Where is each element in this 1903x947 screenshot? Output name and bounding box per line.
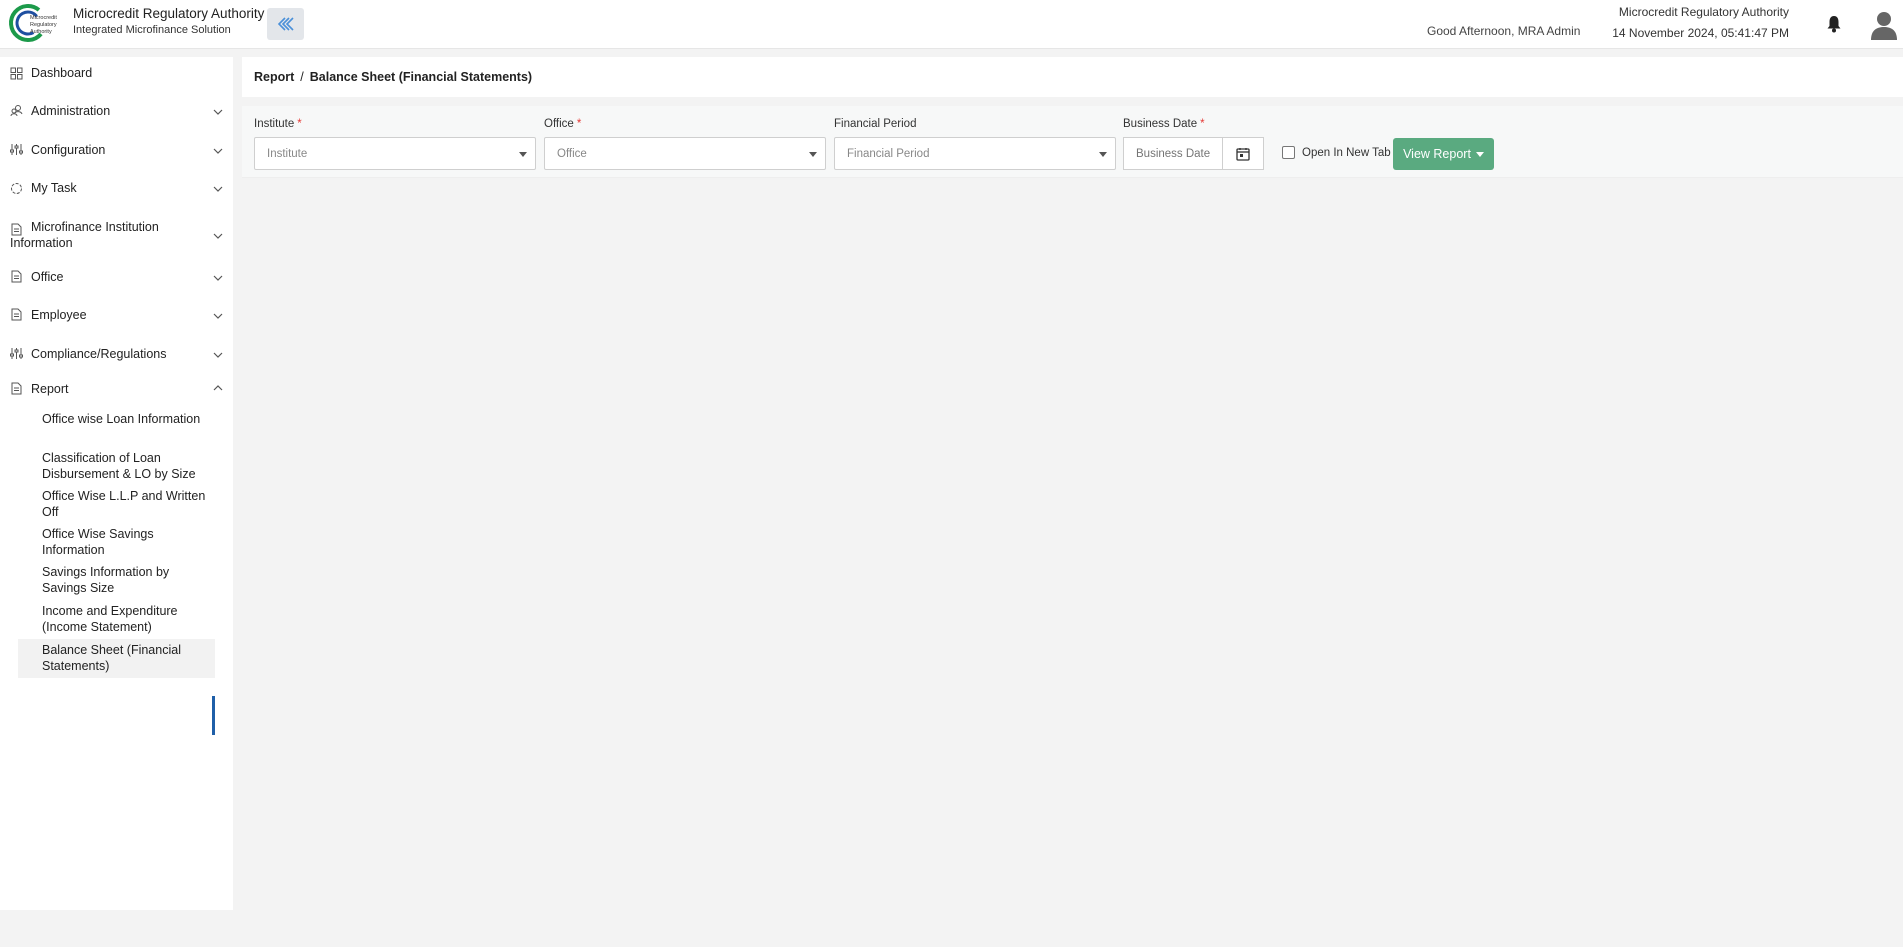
report-subitem-office-wise-loan[interactable]: Office wise Loan Information: [18, 411, 215, 445]
collapse-sidebar-button[interactable]: [267, 8, 304, 40]
chevron-down-icon: [213, 109, 223, 115]
sidebar-item-administration[interactable]: Administration: [0, 97, 233, 125]
financial-period-placeholder: Financial Period: [847, 148, 930, 160]
sidebar-item-my-task[interactable]: My Task: [0, 174, 233, 202]
breadcrumb: Report / Balance Sheet (Financial Statem…: [242, 57, 1903, 97]
current-datetime: 14 November 2024, 05:41:47 PM: [1612, 26, 1789, 40]
report-subitem-balance-sheet[interactable]: Balance Sheet (Financial Statements): [18, 639, 215, 678]
financial-period-label: Financial Period: [834, 118, 917, 130]
bell-icon[interactable]: [1826, 15, 1842, 33]
sidebar-item-label: Office: [31, 270, 64, 284]
grid-icon: [10, 67, 23, 80]
report-filter-bar: Institute * Institute Office * Office Fina…: [242, 106, 1903, 178]
chevron-down-icon: [213, 233, 223, 239]
sidebar-item-label: Report: [31, 382, 69, 396]
document-icon: [11, 382, 22, 395]
office-select[interactable]: Office: [544, 137, 826, 170]
report-subitem-savings-by-size[interactable]: Savings Information by Savings Size: [18, 564, 215, 598]
sidebar: Dashboard Administration Configuration M…: [0, 57, 233, 910]
brand-subtitle: Integrated Microfinance Solution: [73, 24, 231, 36]
institute-field: Institute * Institute: [254, 118, 536, 170]
office-field: Office * Office: [544, 118, 826, 170]
report-subitem-loan-classification[interactable]: Classification of Loan Disbursement & LO…: [18, 450, 215, 484]
report-subitem-income-statement[interactable]: Income and Expenditure (Income Statement…: [18, 603, 215, 637]
caret-down-icon: [809, 152, 817, 157]
sidebar-item-compliance-regulations[interactable]: Compliance/Regulations: [0, 340, 233, 368]
svg-text:Microcredit: Microcredit: [30, 15, 57, 21]
sidebar-item-label: Microfinance Institution Information: [10, 220, 159, 250]
greeting-text: Good Afternoon, MRA Admin: [1427, 24, 1581, 38]
users-icon: [10, 105, 23, 117]
institute-placeholder: Institute: [267, 148, 308, 160]
institute-label: Institute *: [254, 118, 302, 130]
sidebar-item-office[interactable]: Office: [0, 263, 233, 291]
view-report-button[interactable]: View Report: [1393, 138, 1494, 170]
chevron-down-icon: [213, 352, 223, 358]
active-indicator: [212, 696, 215, 735]
sliders-icon: [10, 144, 23, 155]
chevron-down-icon: [213, 148, 223, 154]
sidebar-item-label: Administration: [31, 104, 111, 118]
breadcrumb-separator: /: [300, 70, 304, 84]
user-avatar-icon[interactable]: [1870, 10, 1898, 40]
sidebar-item-label: Dashboard: [31, 66, 93, 80]
double-chevron-left-icon: [277, 17, 294, 31]
mra-logo: Microcredit Regulatory Authority: [9, 4, 57, 42]
office-label: Office *: [544, 118, 582, 130]
sidebar-item-dashboard[interactable]: Dashboard: [0, 59, 233, 87]
org-info: Microcredit Regulatory Authority 14 Nove…: [1612, 5, 1789, 40]
open-new-tab-checkbox[interactable]: [1282, 146, 1295, 159]
task-circle-icon: [11, 183, 22, 194]
sidebar-item-label: My Task: [31, 181, 77, 195]
caret-down-icon: [519, 152, 527, 157]
sidebar-item-employee[interactable]: Employee: [0, 301, 233, 329]
chevron-down-icon: [213, 186, 223, 192]
chevron-down-icon: [213, 313, 223, 319]
chevron-down-icon: [213, 275, 223, 281]
org-name: Microcredit Regulatory Authority: [1618, 5, 1789, 19]
sidebar-item-label: Employee: [31, 308, 87, 322]
sidebar-item-label: Configuration: [31, 143, 106, 157]
svg-text:Regulatory: Regulatory: [30, 22, 57, 28]
financial-period-select[interactable]: Financial Period: [834, 137, 1116, 170]
breadcrumb-root[interactable]: Report: [254, 70, 294, 84]
caret-down-icon: [1099, 152, 1107, 157]
sidebar-item-mfi-information[interactable]: Microfinance Institution Information: [0, 219, 233, 253]
document-icon: [11, 308, 22, 321]
chevron-up-icon: [213, 385, 223, 391]
office-placeholder: Office: [557, 148, 587, 160]
breadcrumb-current: Balance Sheet (Financial Statements): [309, 70, 533, 84]
open-new-tab-label: Open In New Tab: [1302, 146, 1391, 159]
business-date-input[interactable]: [1123, 137, 1223, 170]
brand-title: Microcredit Regulatory Authority: [73, 6, 265, 21]
institute-select[interactable]: Institute: [254, 137, 536, 170]
sliders-icon: [10, 348, 23, 359]
calendar-icon: [1236, 147, 1250, 161]
report-subitem-llp-written-off[interactable]: Office Wise L.L.P and Written Off: [18, 488, 215, 522]
sidebar-item-configuration[interactable]: Configuration: [0, 136, 233, 164]
financial-period-field: Financial Period Financial Period: [834, 118, 1116, 170]
caret-down-icon: [1475, 151, 1484, 157]
open-new-tab-option[interactable]: Open In New Tab: [1282, 146, 1391, 159]
svg-text:Authority: Authority: [30, 29, 52, 35]
view-report-label: View Report: [1403, 147, 1471, 161]
business-date-field: Business Date *: [1123, 118, 1264, 170]
business-date-label: Business Date *: [1123, 118, 1205, 130]
brand-block: Microcredit Regulatory Authority Integra…: [73, 6, 264, 36]
sidebar-item-label: Compliance/Regulations: [31, 347, 167, 361]
top-header: Microcredit Regulatory Authority Microcr…: [0, 0, 1903, 49]
calendar-button[interactable]: [1223, 137, 1264, 170]
document-icon: [11, 270, 22, 283]
sidebar-item-report[interactable]: Report: [0, 375, 233, 403]
report-subitem-office-wise-savings[interactable]: Office Wise Savings Information: [18, 526, 215, 560]
